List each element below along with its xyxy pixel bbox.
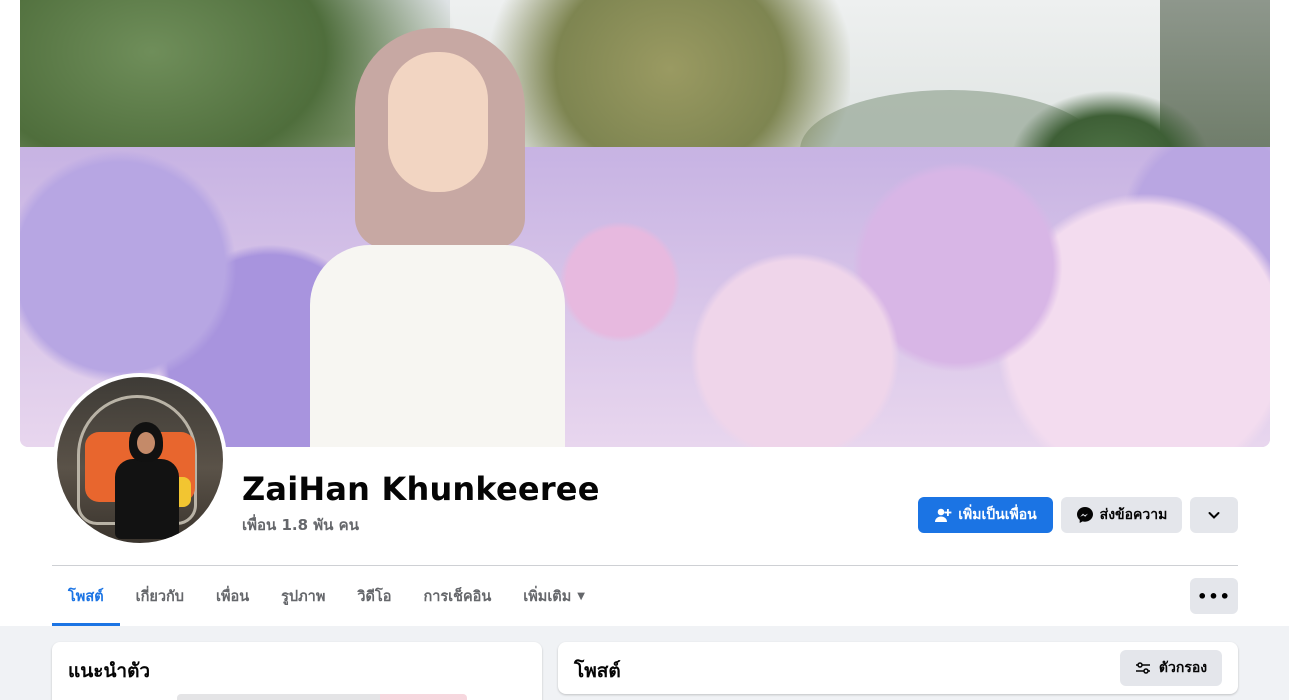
message-button[interactable]: ส่งข้อความ (1061, 497, 1182, 533)
avatar-photo (57, 377, 223, 543)
tab-friends[interactable]: เพื่อน (200, 566, 265, 626)
tab-label: รูปภาพ (281, 588, 326, 605)
profile-tabs: โพสต์ เกี่ยวกับ เพื่อน รูปภาพ วิดีโอ การ… (52, 566, 601, 626)
tab-about[interactable]: เกี่ยวกับ (120, 566, 200, 626)
profile-avatar[interactable] (53, 373, 227, 547)
ellipsis-icon: ••• (1197, 586, 1231, 606)
filter-label: ตัวกรอง (1158, 660, 1208, 676)
tab-label: เกี่ยวกับ (135, 588, 184, 605)
tab-label: เพื่อน (215, 588, 250, 605)
messenger-icon (1076, 507, 1093, 523)
filter-icon (1135, 662, 1150, 674)
tab-photos[interactable]: รูปภาพ (265, 566, 341, 626)
tab-label: เพิ่มเติม (523, 588, 572, 605)
intro-text-partial (177, 694, 467, 700)
avatar-person-face (137, 432, 155, 454)
filter-button[interactable]: ตัวกรอง (1120, 650, 1222, 686)
friends-count[interactable]: เพื่อน 1.8 พัน คน (242, 513, 359, 537)
tab-label: การเช็คอิน (423, 588, 492, 605)
profile-name: ZaiHan Khunkeeree (242, 470, 600, 508)
tab-checkins[interactable]: การเช็คอิน (407, 566, 507, 626)
avatar-person-body (115, 459, 179, 539)
tab-label: วิดีโอ (357, 588, 392, 605)
tab-label: โพสต์ (68, 588, 104, 605)
cover-child-body (310, 245, 565, 447)
profile-menu-button[interactable]: ••• (1190, 578, 1238, 614)
add-friend-label: เพิ่มเป็นเพื่อน (958, 507, 1037, 523)
posts-title: โพสต์ (574, 660, 621, 682)
cover-flowers (20, 147, 1270, 447)
cover-photo[interactable] (20, 0, 1270, 447)
caret-down-icon: ▼ (577, 590, 585, 602)
tab-more[interactable]: เพิ่มเติม ▼ (507, 566, 601, 626)
posts-card: โพสต์ ตัวกรอง (558, 642, 1238, 694)
intro-title: แนะนำตัว (68, 660, 151, 682)
more-options-button[interactable] (1190, 497, 1238, 533)
intro-card: แนะนำตัว (52, 642, 542, 700)
message-label: ส่งข้อความ (1099, 507, 1168, 523)
add-friend-button[interactable]: เพิ่มเป็นเพื่อน (918, 497, 1053, 533)
cover-child-face (388, 52, 488, 192)
tab-videos[interactable]: วิดีโอ (341, 566, 407, 626)
tab-posts[interactable]: โพสต์ (52, 566, 120, 626)
chevron-down-icon (1208, 512, 1220, 519)
add-person-icon (935, 508, 952, 522)
